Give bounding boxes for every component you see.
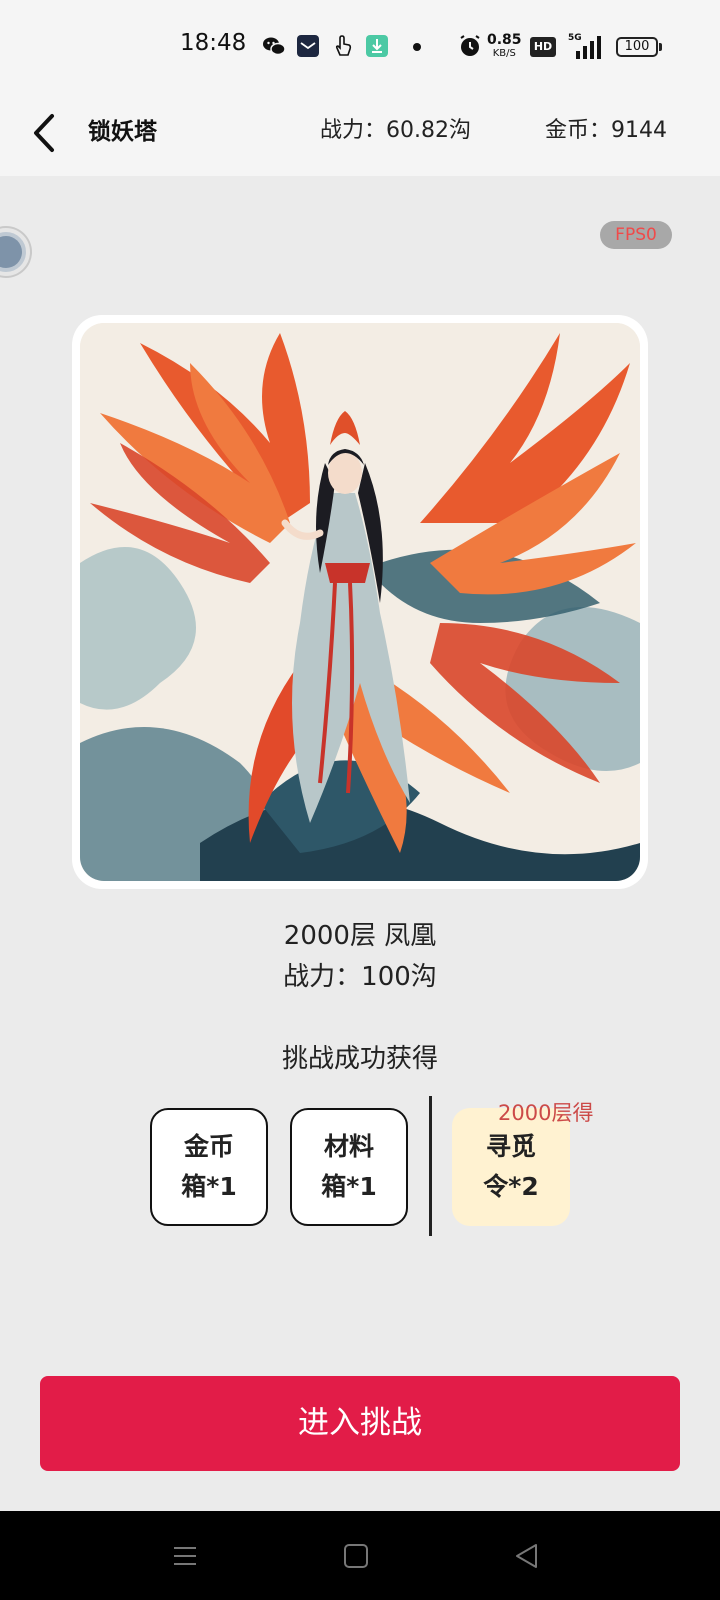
alarm-icon — [458, 34, 482, 58]
system-nav-bar — [0, 1511, 720, 1600]
net-speed-value: 0.85 — [487, 32, 522, 48]
boss-illustration — [80, 323, 640, 881]
net-speed-unit: KB/S — [492, 48, 516, 59]
reward-item-material-box: 材料 箱*1 — [290, 1108, 408, 1226]
special-reward-tag: 2000层得 — [498, 1101, 594, 1125]
reward-divider — [429, 1096, 432, 1236]
reward-item-coin-box: 金币 箱*1 — [150, 1108, 268, 1226]
signal-label: 5G — [568, 33, 582, 43]
wechat-icon — [262, 34, 286, 58]
boss-power: 战力：100沟 — [283, 962, 437, 992]
hand-gesture-icon — [331, 34, 355, 58]
enter-challenge-button[interactable]: 进入挑战 — [40, 1376, 680, 1471]
signal-icon: 5G — [568, 33, 604, 59]
boss-floor-name: 2000层 凤凰 — [283, 921, 437, 951]
reward-item-quantity: 箱*1 — [181, 1172, 237, 1201]
special-reward-quantity: 令*2 — [483, 1172, 539, 1201]
boss-card — [72, 315, 648, 889]
player-power: 战力：60.82沟 — [320, 118, 471, 143]
hd-badge: HD — [530, 37, 556, 57]
player-coins: 金币：9144 — [545, 118, 667, 143]
chevron-left-icon — [34, 114, 54, 152]
home-icon[interactable] — [341, 1541, 371, 1571]
reward-item-quantity: 箱*1 — [321, 1172, 377, 1201]
net-speed: 0.85 KB/S — [487, 32, 522, 60]
fps-badge: FPS0 — [600, 221, 672, 249]
page-title: 锁妖塔 — [88, 119, 157, 145]
app-header: 锁妖塔 战力：60.82沟 金币：9144 — [0, 96, 720, 176]
battery-icon: 100 — [616, 37, 662, 57]
status-bar: 18:48 0.85 KB/S HD 5G 100 — [0, 0, 720, 96]
special-reward-name: 寻觅 — [485, 1132, 536, 1161]
menu-icon[interactable] — [170, 1541, 200, 1571]
floating-assistant-ball[interactable] — [0, 228, 30, 276]
mail-app-icon — [296, 34, 320, 58]
download-icon — [365, 34, 389, 58]
notification-dot — [413, 43, 421, 51]
reward-item-name: 金币 — [183, 1132, 234, 1161]
back-triangle-icon[interactable] — [512, 1541, 542, 1571]
back-button[interactable] — [26, 110, 66, 156]
reward-item-name: 材料 — [323, 1132, 374, 1161]
reward-heading: 挑战成功获得 — [281, 1044, 438, 1074]
status-time: 18:48 — [180, 30, 247, 56]
